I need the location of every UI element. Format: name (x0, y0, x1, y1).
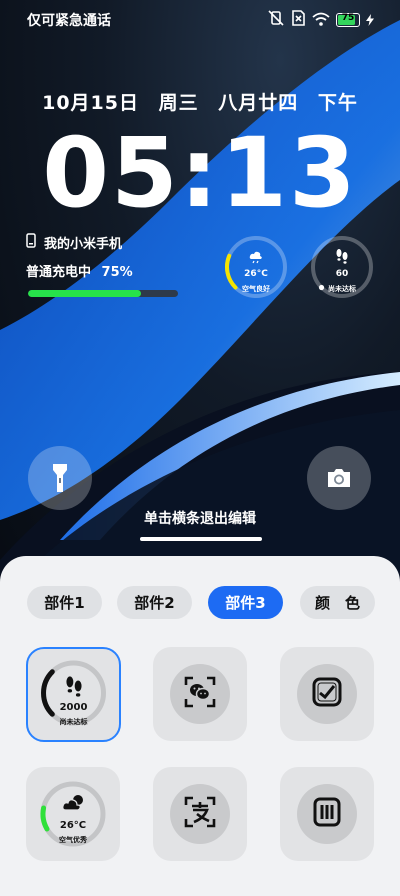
tab-widget-1[interactable]: 部件1 (27, 586, 102, 619)
weather-option-air-quality: 空气优秀 (59, 836, 87, 844)
wechat-scan-icon (184, 676, 216, 712)
cloud-rain-icon (249, 249, 263, 268)
device-name: 我的小米手机 (44, 237, 123, 252)
weather-option-temperature: 26°C (59, 820, 87, 831)
footprints-icon (64, 675, 84, 701)
emergency-call-text: 仅可紧急通话 (27, 13, 111, 29)
weekday-text: 周三 (158, 92, 199, 114)
charging-bolt-icon (366, 11, 374, 30)
charging-progress-fill (28, 290, 141, 297)
air-quality-text: 空气良好 (242, 285, 270, 293)
battery-level: 75 (341, 13, 355, 23)
tab-widget-2[interactable]: 部件2 (117, 586, 192, 619)
flashlight-icon (52, 462, 68, 498)
steps-widget-option[interactable]: 2000 尚未达标 (26, 647, 121, 742)
tab-color[interactable]: 颜 色 (300, 586, 375, 619)
steps-count: 60 (335, 269, 349, 279)
footprints-icon (335, 248, 349, 268)
exit-edit-handle[interactable] (140, 537, 262, 541)
steps-status: 尚未达标 (328, 285, 356, 293)
flashlight-button[interactable] (28, 446, 92, 510)
lunar-date-text: 八月廿四 (218, 92, 299, 114)
phone-icon (26, 233, 36, 252)
date-line: 10月15日 周三 八月廿四 下午 (0, 88, 400, 115)
charging-label: 普通充电中 (26, 265, 92, 280)
steps-widget[interactable]: 60 尚未达标 (310, 235, 374, 299)
alipay-app-icon (312, 677, 342, 711)
battery-icon: 75 (336, 13, 360, 27)
steps-goal-value: 2000 (59, 702, 88, 713)
wifi-icon (312, 11, 330, 30)
vibrate-off-icon (268, 10, 284, 30)
status-bar: 仅可紧急通话 75 (0, 0, 400, 40)
device-info: 我的小米手机 (26, 233, 122, 252)
camera-button[interactable] (307, 446, 371, 510)
date-text: 10月15日 (42, 92, 139, 114)
charging-progress-bar (28, 290, 178, 297)
tab-widget-3[interactable]: 部件3 (208, 586, 283, 619)
clock: 05:13 (42, 117, 358, 229)
bus-card-icon (313, 797, 341, 831)
no-sim-icon (290, 10, 306, 30)
exit-edit-hint: 单击横条退出编辑 (144, 511, 256, 527)
camera-icon (326, 467, 352, 493)
alipay-scan-icon (184, 796, 216, 832)
weather-widget[interactable]: 26°C 空气良好 (224, 235, 288, 299)
wechat-scan-option[interactable] (153, 647, 247, 741)
cloud-icon (62, 794, 86, 816)
alipay-scan-option[interactable] (153, 767, 247, 861)
bus-card-option[interactable] (280, 767, 374, 861)
charging-percent: 75% (101, 265, 133, 280)
steps-goal-status: 尚未达标 (59, 718, 88, 726)
weather-widget-option[interactable]: 26°C 空气优秀 (26, 767, 120, 861)
period-text: 下午 (317, 92, 358, 114)
weather-temperature: 26°C (244, 269, 268, 279)
alipay-app-option[interactable] (280, 647, 374, 741)
charging-status: 普通充电中 75% (26, 261, 139, 280)
